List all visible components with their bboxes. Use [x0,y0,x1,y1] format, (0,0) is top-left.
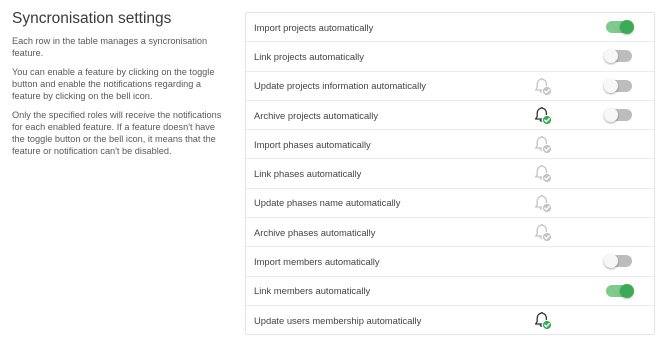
bell-icon[interactable] [533,106,553,126]
row-label: Link projects automatically [254,50,364,62]
row-label: Import projects automatically [254,21,374,33]
description-paragraph: Each row in the table manages a syncroni… [12,36,208,58]
feature-toggle[interactable] [604,78,632,93]
row-label: Link members automatically [254,285,371,297]
toggle-knob [604,49,618,64]
row-label: Archive phases automatically [254,226,376,238]
toggle-knob [604,78,618,93]
row-label: Update projects information automaticall… [254,80,426,92]
sync-row: Archive projects automatically [246,101,654,131]
feature-toggle[interactable] [606,283,634,298]
sync-row: Update phases name automatically [246,189,654,219]
feature-toggle[interactable] [604,49,632,64]
row-label: Import members automatically [254,256,380,268]
row-label: Update phases name automatically [254,197,401,209]
description-paragraph: Only the specified roles will receive th… [12,110,222,156]
bell-icon[interactable] [533,135,553,155]
description-paragraph: You can enable a feature by clicking on … [12,67,215,101]
bell-icon[interactable] [533,194,553,214]
sync-row: Import projects automatically [246,13,654,43]
row-label: Archive projects automatically [254,109,379,121]
row-label: Link phases automatically [254,168,362,180]
bell-icon[interactable] [533,164,553,184]
feature-toggle[interactable] [604,254,632,269]
sync-row: Update projects information automaticall… [246,72,654,101]
sync-row: Link phases automatically [246,159,654,189]
sync-row: Archive phases automatically [246,218,654,248]
sync-row: Import phases automatically [246,130,654,160]
toggle-knob [620,283,634,298]
toggle-knob [604,107,618,122]
feature-toggle[interactable] [606,20,634,34]
feature-toggle[interactable] [604,107,632,122]
bell-icon[interactable] [533,223,553,243]
toggle-knob [620,20,634,34]
row-label: Update users membership automatically [254,314,422,326]
sync-row: Update users membership automatically [246,306,654,334]
sync-row: Import members automatically [246,247,654,277]
row-label: Import phases automatically [254,138,371,150]
sync-settings-table: Import projects automatically Link proje… [245,12,655,336]
bell-icon[interactable] [533,77,553,97]
description-panel: Syncronisation settings Each row in the … [12,10,227,164]
page-title: Syncronisation settings [12,10,172,27]
sync-row: Link projects automatically [246,42,654,72]
toggle-knob [604,254,618,269]
sync-row: Link members automatically [246,277,654,306]
bell-icon[interactable] [533,311,553,331]
